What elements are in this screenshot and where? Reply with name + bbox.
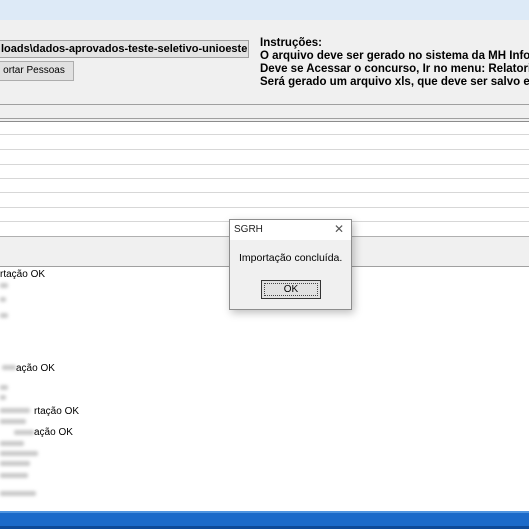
- instructions-block: Instruções: O arquivo deve ser gerado no…: [260, 37, 529, 89]
- divider: [0, 118, 529, 119]
- grid-row-line: [0, 207, 529, 208]
- import-people-button[interactable]: ortar Pessoas: [0, 61, 74, 81]
- grid-row-line: [0, 134, 529, 135]
- blurred-text: [0, 283, 8, 288]
- blurred-text: [0, 491, 36, 496]
- blurred-text: [0, 451, 38, 456]
- ok-button[interactable]: OK: [261, 280, 321, 299]
- message-dialog: SGRH ✕ Importação concluída. OK: [229, 219, 352, 310]
- instructions-line-3: Será gerado um arquivo xls, que deve ser…: [260, 76, 529, 88]
- blurred-text: [0, 297, 6, 302]
- instructions-line-1: O arquivo deve ser gerado no sistema da …: [260, 50, 529, 62]
- dialog-title: SGRH: [234, 224, 263, 235]
- blurred-text: [14, 430, 34, 435]
- instructions-line-2: Deve se Acessar o concurso, Ir no menu: …: [260, 63, 529, 75]
- blurred-text: [0, 419, 26, 424]
- divider: [0, 104, 529, 105]
- dialog-titlebar: SGRH: [230, 220, 351, 240]
- blurred-text: [0, 461, 30, 466]
- blurred-text: [2, 365, 16, 370]
- log-line: ação OK: [16, 363, 55, 374]
- blurred-text: [0, 408, 30, 413]
- window-titlebar: [0, 0, 529, 21]
- blurred-text: [0, 441, 24, 446]
- instructions-title: Instruções:: [260, 37, 322, 49]
- grid-row-line: [0, 164, 529, 165]
- grid-row-line: [0, 178, 529, 179]
- log-line: ação OK: [34, 427, 73, 438]
- log-line: rtação OK: [0, 269, 46, 280]
- blurred-text: [0, 385, 8, 390]
- log-line: rtação OK: [34, 406, 80, 417]
- blurred-text: [0, 313, 8, 318]
- dialog-message: Importação concluída.: [239, 252, 343, 264]
- grid-row-line: [0, 149, 529, 150]
- blurred-text: [0, 473, 28, 478]
- blurred-text: [0, 395, 6, 400]
- close-icon[interactable]: ✕: [334, 223, 344, 235]
- file-path-field[interactable]: loads\dados-aprovados-teste-seletivo-uni…: [0, 40, 249, 58]
- grid-row-line: [0, 192, 529, 193]
